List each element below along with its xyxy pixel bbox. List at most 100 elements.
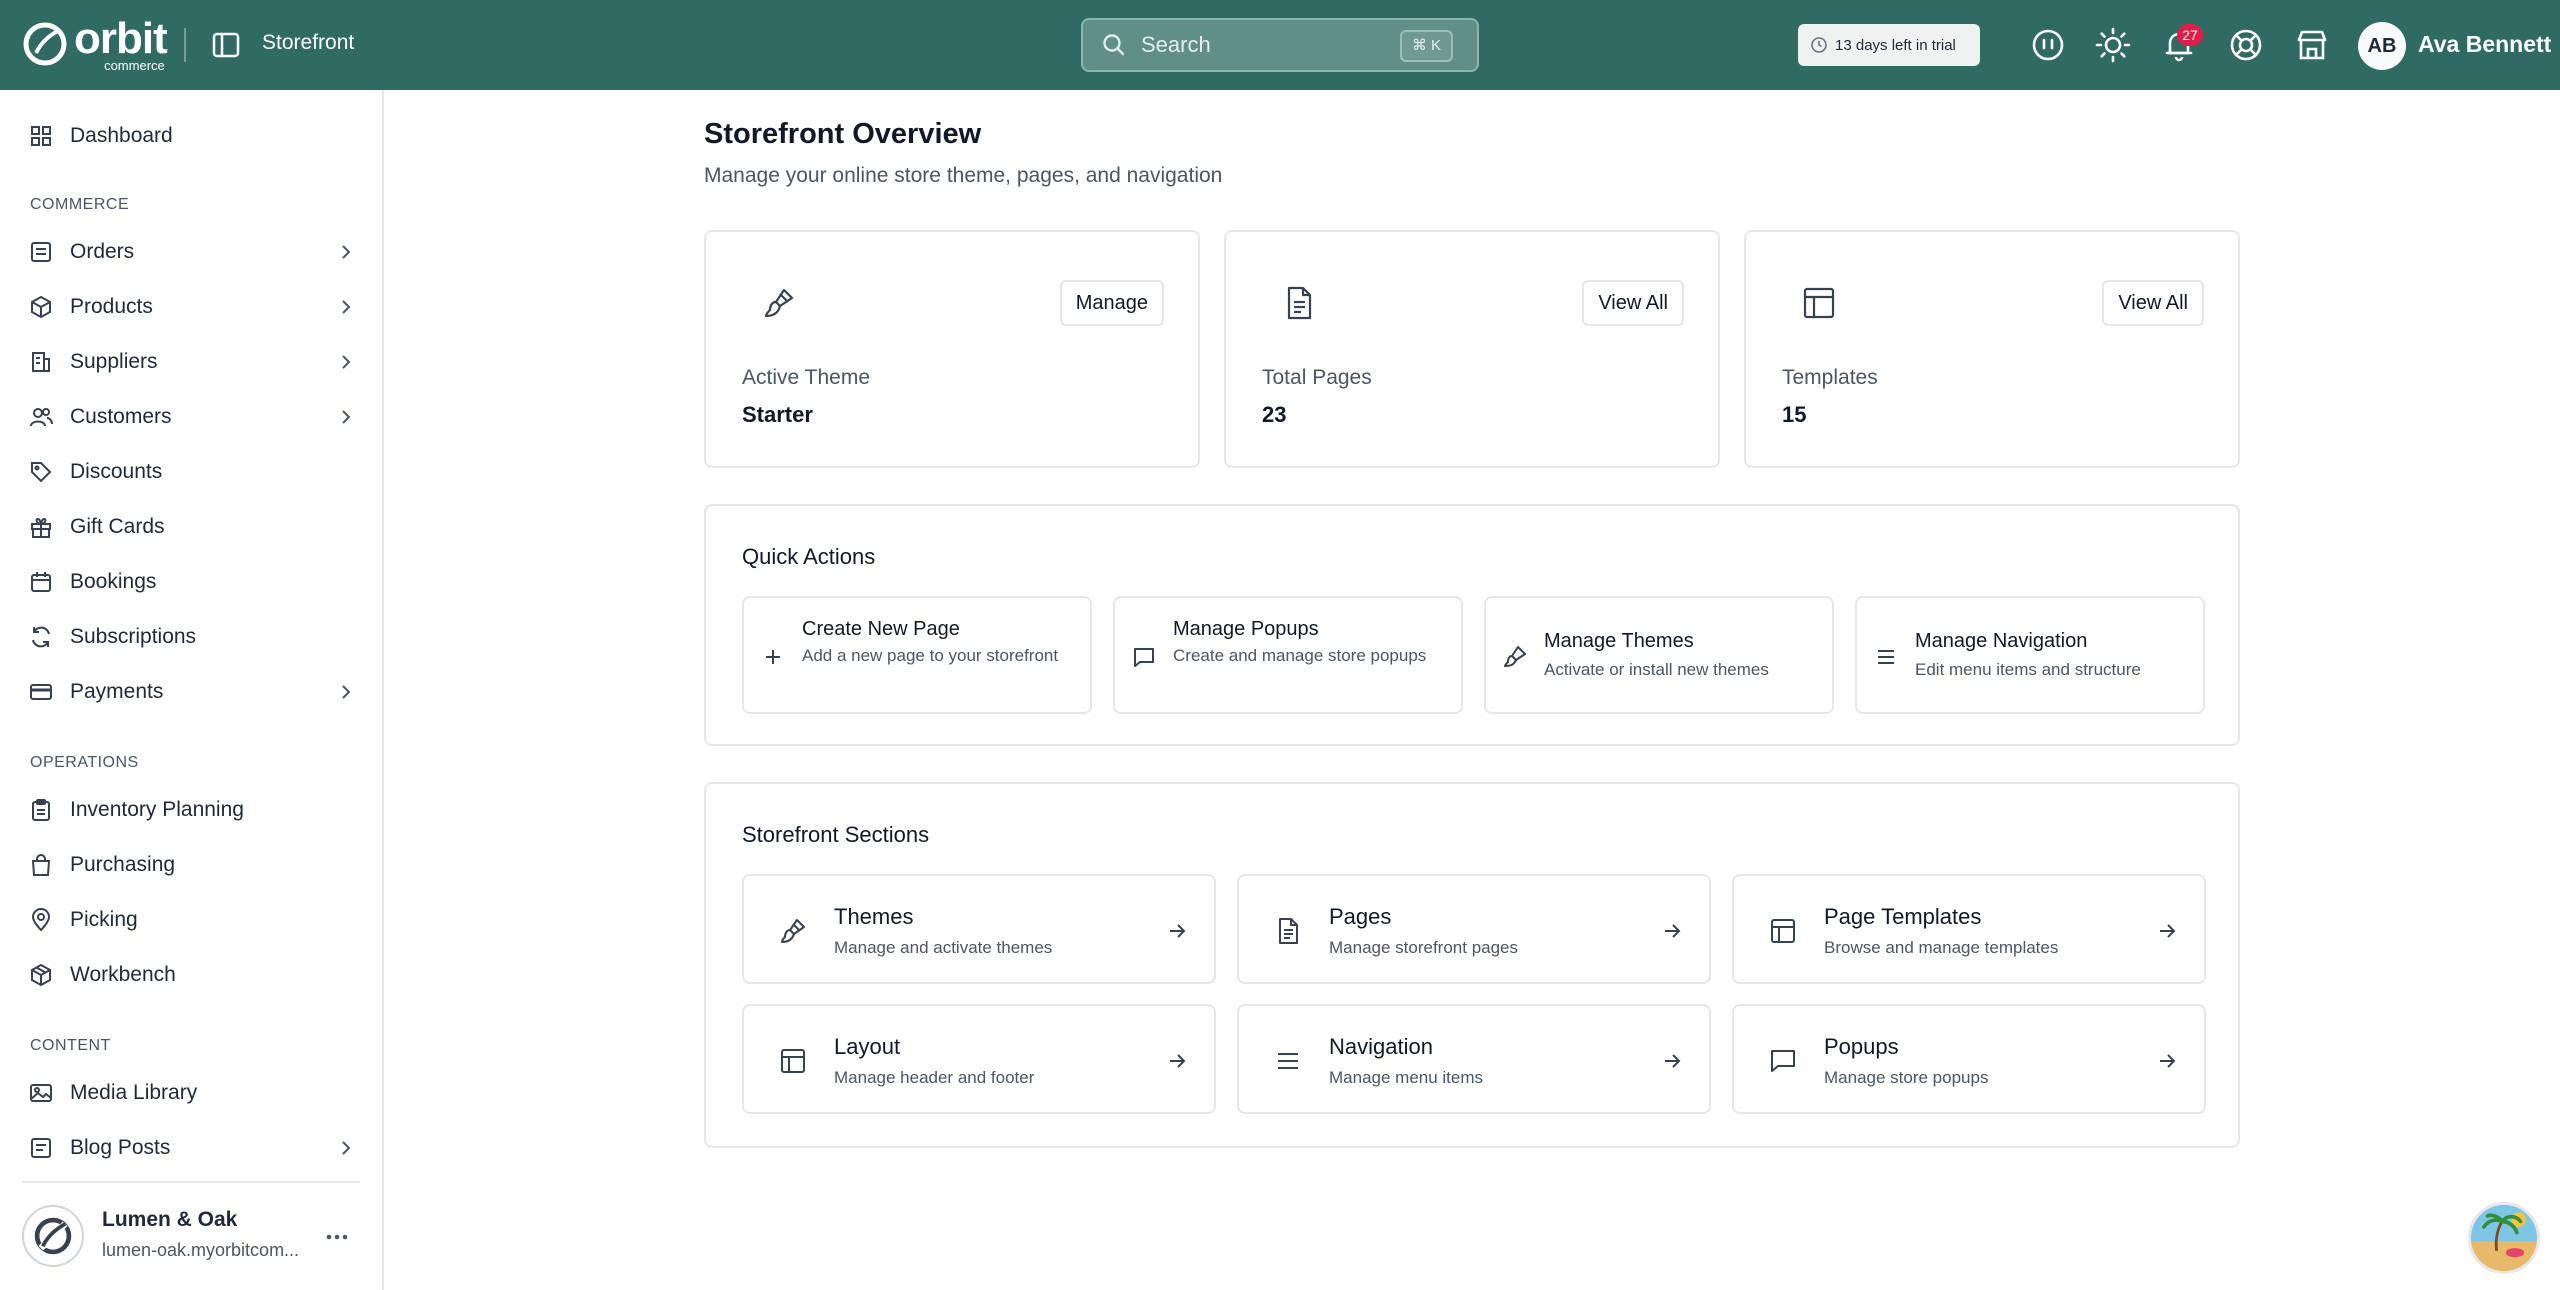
stat-value: 23 <box>1262 402 1287 427</box>
sidebar-item-label: Bookings <box>70 570 157 593</box>
sidebar-item-inventory-planning[interactable]: Inventory Planning <box>0 784 384 836</box>
package-icon <box>31 963 51 987</box>
sidebar-item-label: Dashboard <box>70 124 173 147</box>
view-all-templates-button[interactable]: View All <box>2102 280 2204 326</box>
file-text-icon <box>1279 918 1298 944</box>
page-subtitle: Manage your online store theme, pages, a… <box>704 164 1223 187</box>
menu-icon <box>1278 1053 1298 1069</box>
create-page-action[interactable]: Create New Page Add a new page to your s… <box>742 596 1092 714</box>
help-icon[interactable] <box>2227 26 2265 64</box>
message-square-icon <box>1134 648 1154 667</box>
sidebar-item-products[interactable]: Products <box>0 281 384 333</box>
search-placeholder: Search <box>1141 32 1211 57</box>
sidebar-item-blog-posts[interactable]: Blog Posts <box>0 1122 384 1174</box>
store-name[interactable]: Lumen & Oak <box>102 1208 237 1232</box>
sidebar-item-gift-cards[interactable]: Gift Cards <box>0 501 384 553</box>
message-square-icon <box>1771 1050 1795 1072</box>
breadcrumb[interactable]: Storefront <box>262 31 354 55</box>
section-card-page-templates[interactable]: Page Templates Browse and manage templat… <box>1732 874 2206 984</box>
section-title: Pages <box>1329 904 1392 929</box>
section-card-themes[interactable]: Themes Manage and activate themes <box>742 874 1216 984</box>
sidebar-item-purchasing[interactable]: Purchasing <box>0 839 384 891</box>
sun-icon[interactable] <box>2094 26 2132 64</box>
sidebar-item-label: Inventory Planning <box>70 798 244 821</box>
section-label-operations: OPERATIONS <box>30 754 139 771</box>
section-title: Navigation <box>1329 1034 1433 1059</box>
section-card-popups[interactable]: Popups Manage store popups <box>1732 1004 2206 1114</box>
sidebar-item-orders[interactable]: Orders <box>0 226 384 278</box>
user-avatar[interactable]: AB <box>2358 22 2406 70</box>
storefront-sections-title: Storefront Sections <box>742 822 930 847</box>
sidebar-item-dashboard[interactable]: Dashboard <box>0 110 384 162</box>
more-horizontal-icon[interactable] <box>322 1222 352 1252</box>
sidebar-toggle-icon[interactable] <box>210 29 242 61</box>
user-name[interactable]: Ava Bennett <box>2418 31 2551 58</box>
search-input[interactable]: Search ⌘ K <box>1081 18 1479 72</box>
action-description: Add a new page to your storefront <box>802 646 1059 665</box>
action-description: Create and manage store popups <box>1173 646 1427 665</box>
view-all-pages-button[interactable]: View All <box>1582 280 1684 326</box>
action-title: Manage Navigation <box>1915 630 2088 652</box>
logo-subtitle: commerce <box>104 57 165 73</box>
image-icon <box>30 1084 52 1102</box>
arrow-right-icon <box>1665 924 1681 938</box>
calendar-icon <box>31 572 51 592</box>
orders-icon <box>31 242 51 262</box>
layout-template-icon <box>1803 287 1835 319</box>
store-icon[interactable] <box>2293 26 2331 64</box>
top-bar: orbit commerce Storefront Search ⌘ K 13 … <box>0 0 2560 90</box>
sidebar-item-label: Gift Cards <box>70 515 165 538</box>
chevron-right-icon <box>342 355 351 369</box>
notification-count-badge: 27 <box>2177 24 2203 46</box>
sidebar-item-customers[interactable]: Customers <box>0 391 384 443</box>
arrow-right-icon <box>1665 1054 1681 1068</box>
assistant-icon[interactable] <box>2029 26 2067 64</box>
storefront-sections-panel: Storefront Sections Themes Manage and ac… <box>704 782 2240 1148</box>
sidebar-item-label: Payments <box>70 680 164 703</box>
quick-actions-panel: Quick Actions Create New Page Add a new … <box>704 504 2240 746</box>
sidebar-item-payments[interactable]: Payments <box>0 666 384 718</box>
menu-icon <box>1878 650 1894 664</box>
sidebar: Dashboard COMMERCE Orders Products Suppl… <box>0 90 384 1290</box>
paintbrush-icon <box>781 919 805 943</box>
section-title: Layout <box>834 1034 901 1059</box>
page-title: Storefront Overview <box>704 118 982 150</box>
paintbrush-icon <box>1504 646 1526 667</box>
sidebar-item-bookings[interactable]: Bookings <box>0 556 384 608</box>
section-card-pages[interactable]: Pages Manage storefront pages <box>1237 874 1711 984</box>
sidebar-item-picking[interactable]: Picking <box>0 894 384 946</box>
sidebar-item-label: Customers <box>70 405 172 428</box>
action-title: Manage Popups <box>1173 618 1319 640</box>
section-label-content: CONTENT <box>30 1037 111 1054</box>
active-theme-card: Manage Active Theme Starter <box>704 230 1200 468</box>
sidebar-item-subscriptions[interactable]: Subscriptions <box>0 611 384 663</box>
credit-card-icon <box>30 684 52 700</box>
refresh-icon <box>32 626 50 648</box>
section-card-layout[interactable]: Layout Manage header and footer <box>742 1004 1216 1114</box>
arrow-right-icon <box>1170 924 1186 938</box>
manage-theme-button[interactable]: Manage <box>1059 280 1164 326</box>
section-card-navigation[interactable]: Navigation Manage menu items <box>1237 1004 1711 1114</box>
clipboard-icon <box>32 799 50 821</box>
sidebar-item-media-library[interactable]: Media Library <box>0 1067 384 1119</box>
blog-icon <box>31 1138 51 1158</box>
app-logo[interactable]: orbit commerce <box>22 16 168 73</box>
manage-popups-action[interactable]: Manage Popups Create and manage store po… <box>1113 596 1463 714</box>
sidebar-item-discounts[interactable]: Discounts <box>0 446 384 498</box>
building-icon <box>32 352 50 372</box>
manage-navigation-action[interactable]: Manage Navigation Edit menu items and st… <box>1855 596 2205 714</box>
trial-badge[interactable]: 13 days left in trial <box>1798 24 1980 66</box>
store-logo-icon[interactable] <box>22 1205 84 1267</box>
stat-value: Starter <box>742 402 813 427</box>
search-shortcut: ⌘ K <box>1399 30 1453 62</box>
sidebar-item-suppliers[interactable]: Suppliers <box>0 336 384 388</box>
section-description: Manage store popups <box>1824 1068 1989 1087</box>
sidebar-divider <box>22 1181 360 1183</box>
manage-themes-action[interactable]: Manage Themes Activate or install new th… <box>1484 596 1834 714</box>
sidebar-item-workbench[interactable]: Workbench <box>0 949 384 1001</box>
assistant-launcher-icon[interactable] <box>2468 1202 2540 1274</box>
sidebar-item-label: Orders <box>70 240 135 263</box>
chevron-right-icon <box>342 685 351 699</box>
sidebar-item-label: Discounts <box>70 460 163 483</box>
section-description: Manage header and footer <box>834 1068 1035 1087</box>
